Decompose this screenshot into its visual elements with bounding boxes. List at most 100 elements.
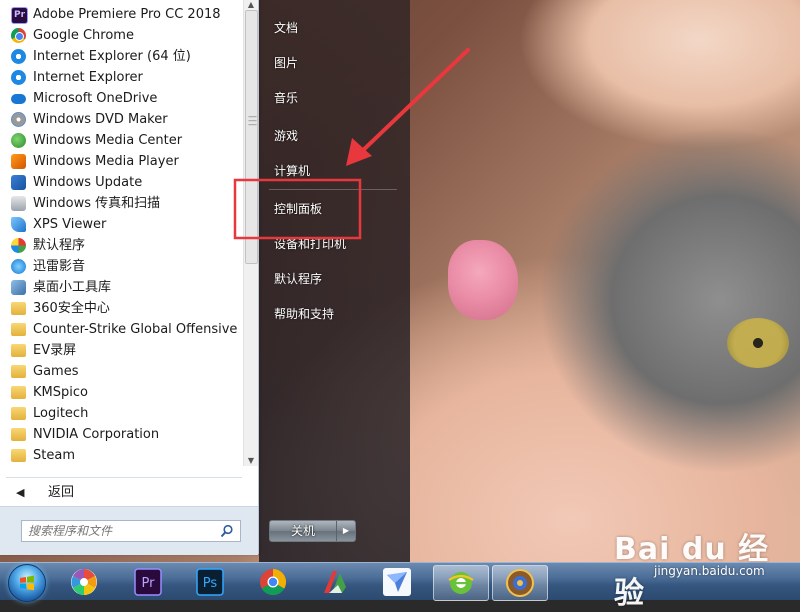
program-label: Google Chrome <box>33 28 134 43</box>
program-label: Internet Explorer (64 位) <box>33 49 191 64</box>
program-label: Windows Update <box>33 175 143 190</box>
folder-icon <box>11 386 26 399</box>
scroll-down-arrow-icon[interactable]: ▼ <box>244 456 258 466</box>
program-item[interactable]: 迅雷影音 <box>0 256 242 277</box>
place-help-support[interactable]: 帮助和支持 <box>274 305 334 322</box>
premiere-icon: Pr <box>11 7 28 24</box>
program-item[interactable]: Steam <box>0 445 242 466</box>
onedrive-icon <box>11 94 26 104</box>
program-label: XPS Viewer <box>33 217 107 232</box>
program-item[interactable]: KMSpico <box>0 382 242 403</box>
shutdown-button[interactable]: 关机 ▶ <box>269 520 356 542</box>
svg-text:Pr: Pr <box>142 576 156 591</box>
search-box[interactable] <box>21 520 241 542</box>
place-games[interactable]: 游戏 <box>274 127 298 144</box>
program-item[interactable]: Counter-Strike Global Offensive <box>0 319 242 340</box>
windows-logo-icon <box>20 575 34 591</box>
program-item[interactable]: Windows 传真和扫描 <box>0 193 242 214</box>
search-area <box>0 506 258 555</box>
folder-icon <box>11 365 26 378</box>
program-label: Adobe Premiere Pro CC 2018 <box>33 7 221 22</box>
places-pane: 文档 图片 音乐 游戏 计算机 控制面板 设备和打印机 默认程序 帮助和支持 关… <box>259 0 410 562</box>
program-item[interactable]: Google Chrome <box>0 25 242 46</box>
program-label: Internet Explorer <box>33 70 143 85</box>
wps-icon <box>324 571 346 593</box>
program-item[interactable]: XPS Viewer <box>0 214 242 235</box>
place-music[interactable]: 音乐 <box>274 89 298 106</box>
taskbar-hearthstone[interactable] <box>492 565 548 601</box>
program-label: Microsoft OneDrive <box>33 91 158 106</box>
program-label: Windows Media Player <box>33 154 179 169</box>
shutdown-options-arrow-icon[interactable]: ▶ <box>336 521 355 541</box>
dvd-maker-icon <box>11 112 26 127</box>
program-label: EV录屏 <box>33 343 77 358</box>
program-list: Pr Adobe Premiere Pro CC 2018 Google Chrom… <box>0 4 242 466</box>
back-button[interactable]: ◀ 返回 <box>0 482 243 504</box>
folder-icon <box>11 407 26 420</box>
program-item[interactable]: Windows DVD Maker <box>0 109 242 130</box>
ie-icon <box>11 49 26 64</box>
program-item[interactable]: Microsoft OneDrive <box>0 88 242 109</box>
scroll-up-arrow-icon[interactable]: ▲ <box>244 0 258 10</box>
program-label: 默认程序 <box>33 238 86 253</box>
program-item[interactable]: Logitech <box>0 403 242 424</box>
program-label: Windows Media Center <box>33 133 183 148</box>
xps-viewer-icon <box>11 217 26 232</box>
program-item[interactable]: 桌面小工具库 <box>0 277 242 298</box>
folder-icon <box>11 344 26 357</box>
taskbar-wps[interactable] <box>313 565 357 599</box>
photoshop-icon: Ps <box>196 568 224 596</box>
program-item[interactable]: Pr Adobe Premiere Pro CC 2018 <box>0 4 242 25</box>
hearthstone-icon <box>506 569 534 597</box>
program-item[interactable]: Internet Explorer (64 位) <box>0 46 242 67</box>
program-list-scrollbar[interactable]: ▲ — — — ▼ <box>243 0 258 466</box>
program-item[interactable]: NVIDIA Corporation <box>0 424 242 445</box>
program-item[interactable]: 360安全中心 <box>0 298 242 319</box>
taskbar-feishu[interactable] <box>375 565 419 599</box>
place-documents[interactable]: 文档 <box>274 19 298 36</box>
place-computer[interactable]: 计算机 <box>274 162 310 179</box>
folder-icon <box>11 323 26 336</box>
feishu-icon <box>383 568 411 596</box>
ie-green-icon <box>448 572 474 594</box>
place-devices-printers[interactable]: 设备和打印机 <box>274 235 346 252</box>
program-item[interactable]: EV录屏 <box>0 340 242 361</box>
chrome-icon <box>260 568 287 596</box>
search-icon[interactable] <box>220 524 234 538</box>
chrome-icon <box>11 28 26 43</box>
start-orb[interactable] <box>8 564 46 602</box>
taskbar-photoshop[interactable]: Ps <box>188 565 232 599</box>
premiere-icon: Pr <box>134 568 162 596</box>
program-label: 桌面小工具库 <box>33 280 112 295</box>
place-control-panel[interactable]: 控制面板 <box>274 200 322 217</box>
taskbar-premiere[interactable]: Pr <box>126 565 170 599</box>
taskbar-chrome[interactable] <box>251 565 295 599</box>
grip-icon: — — — <box>248 112 257 130</box>
program-label: NVIDIA Corporation <box>33 427 160 442</box>
program-item[interactable]: Internet Explorer <box>0 67 242 88</box>
picasa-icon <box>71 569 97 595</box>
ie-icon <box>11 70 26 85</box>
program-label: KMSpico <box>33 385 88 400</box>
program-item[interactable]: Windows Update <box>0 172 242 193</box>
scrollbar-thumb[interactable]: — — — <box>245 10 258 264</box>
place-default-programs[interactable]: 默认程序 <box>274 270 322 287</box>
windows-update-icon <box>11 175 26 190</box>
program-label: 迅雷影音 <box>33 259 86 274</box>
program-item[interactable]: Windows Media Player <box>0 151 242 172</box>
taskbar-ie-green[interactable] <box>433 565 489 601</box>
program-label: Steam <box>33 448 75 463</box>
program-item[interactable]: Games <box>0 361 242 382</box>
xunlei-icon <box>11 259 26 274</box>
media-player-icon <box>11 154 26 169</box>
place-pictures[interactable]: 图片 <box>274 54 298 71</box>
program-item[interactable]: Windows Media Center <box>0 130 242 151</box>
search-input[interactable] <box>28 523 213 539</box>
program-label: 360安全中心 <box>33 301 110 316</box>
taskbar-picasa[interactable] <box>62 565 106 599</box>
pink-bow-decoration <box>448 240 518 320</box>
shutdown-label: 关机 <box>290 524 315 538</box>
program-label: Windows DVD Maker <box>33 112 168 127</box>
folder-icon <box>11 428 26 441</box>
program-item[interactable]: 默认程序 <box>0 235 242 256</box>
